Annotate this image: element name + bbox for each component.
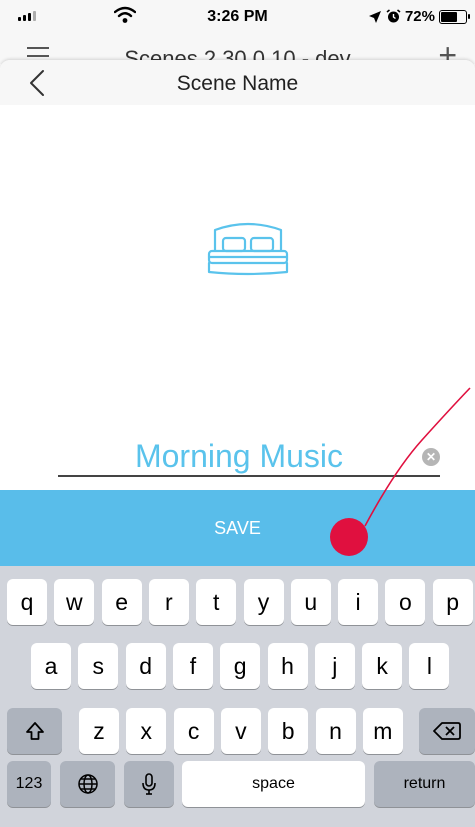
status-right: 72%	[368, 8, 470, 25]
key-l[interactable]: l	[409, 643, 450, 689]
scene-name-input[interactable]	[58, 438, 420, 475]
key-s[interactable]: s	[78, 643, 119, 689]
key-y[interactable]: y	[243, 579, 284, 625]
key-t[interactable]: t	[196, 579, 237, 625]
key-j[interactable]: j	[314, 643, 355, 689]
shift-icon	[25, 722, 44, 740]
key-w[interactable]: w	[54, 579, 95, 625]
key-g[interactable]: g	[220, 643, 261, 689]
key-f[interactable]: f	[172, 643, 213, 689]
dictation-key[interactable]	[124, 761, 174, 807]
alarm-icon	[386, 9, 401, 23]
battery-percent: 72%	[404, 8, 435, 25]
key-e[interactable]: e	[101, 579, 142, 625]
key-a[interactable]: a	[31, 643, 71, 689]
keyboard: qwertyuiop asdfghjkl zxcvbnm 123 space r…	[0, 566, 475, 827]
space-key[interactable]: space	[182, 761, 365, 807]
save-button[interactable]: SAVE	[0, 490, 475, 566]
key-n[interactable]: n	[315, 708, 356, 754]
clear-text-icon[interactable]: ✕	[422, 448, 440, 466]
key-p[interactable]: p	[432, 579, 473, 625]
globe-icon	[77, 774, 98, 794]
microphone-icon	[142, 773, 156, 795]
key-c[interactable]: c	[173, 708, 214, 754]
key-v[interactable]: v	[220, 708, 261, 754]
bed-icon[interactable]	[203, 220, 293, 280]
key-u[interactable]: u	[290, 579, 331, 625]
battery-icon	[439, 9, 470, 24]
globe-key[interactable]	[60, 761, 115, 807]
key-o[interactable]: o	[385, 579, 426, 625]
key-d[interactable]: d	[125, 643, 166, 689]
key-h[interactable]: h	[267, 643, 308, 689]
backspace-icon	[433, 722, 461, 740]
key-i[interactable]: i	[338, 579, 379, 625]
input-underline	[58, 475, 440, 477]
key-x[interactable]: x	[126, 708, 167, 754]
key-m[interactable]: m	[362, 708, 403, 754]
key-z[interactable]: z	[79, 708, 119, 754]
key-q[interactable]: q	[7, 579, 47, 625]
key-k[interactable]: k	[362, 643, 403, 689]
delete-key[interactable]	[419, 708, 475, 754]
shift-key[interactable]	[7, 708, 62, 754]
key-r[interactable]: r	[148, 579, 189, 625]
status-bar: 3:26 PM 72%	[0, 0, 475, 34]
sheet-title: Scene Name	[176, 72, 299, 95]
key-b[interactable]: b	[268, 708, 309, 754]
return-key[interactable]: return	[374, 761, 475, 807]
numbers-key[interactable]: 123	[7, 761, 51, 807]
sheet-header: Scene Name	[0, 60, 475, 105]
location-arrow-icon	[368, 10, 381, 23]
